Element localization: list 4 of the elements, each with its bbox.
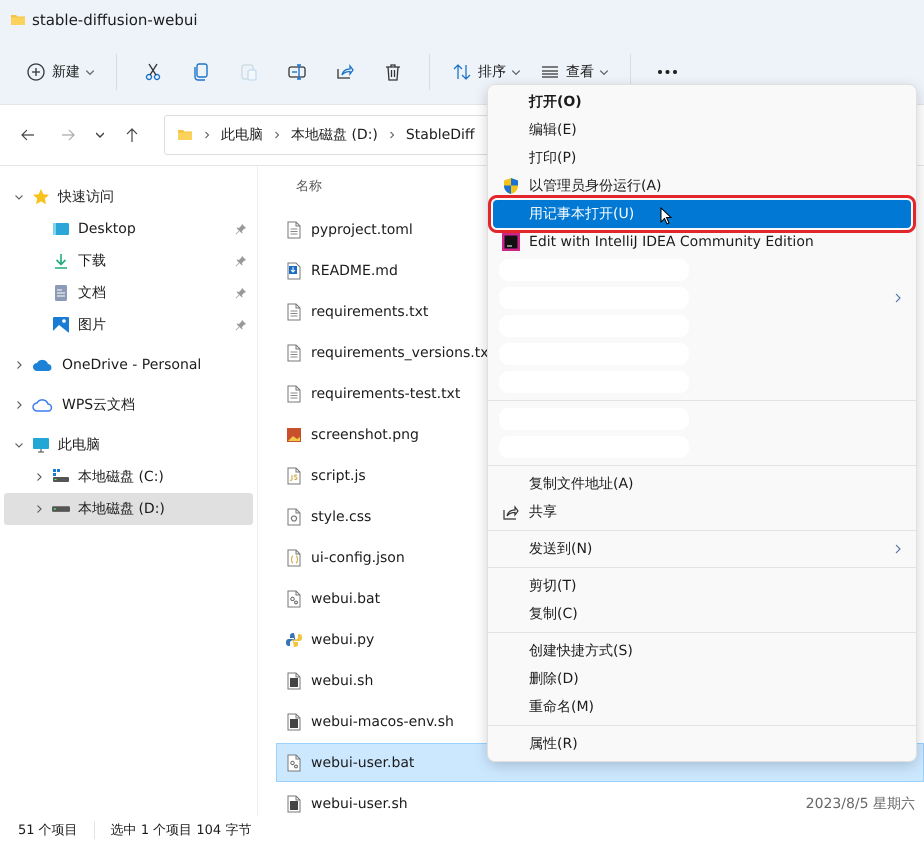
date-cell: 2023/8/5 星期六 [806,794,915,812]
item-count: 51 个项目 [18,822,78,839]
selection-info: 选中 1 个项目 104 字节 [110,822,252,839]
window-title: stable-diffusion-webui [32,11,198,29]
